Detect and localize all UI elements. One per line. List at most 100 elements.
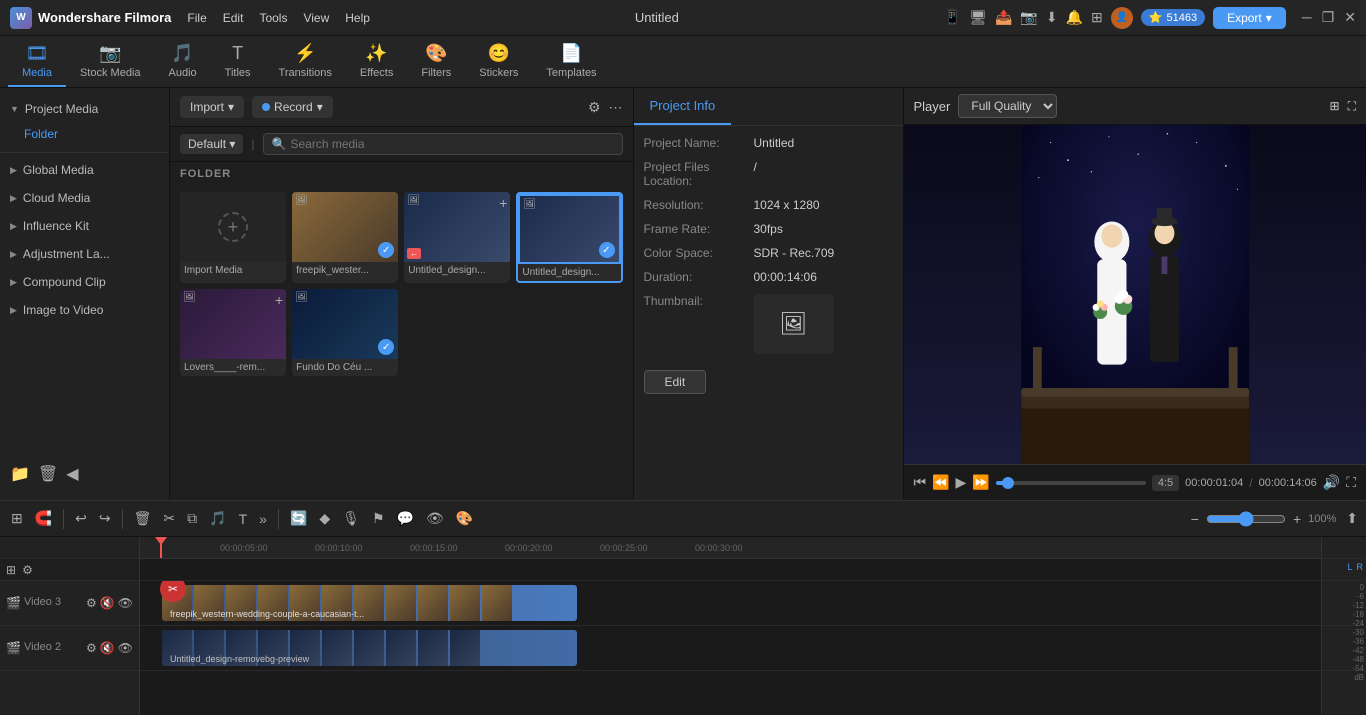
timeline-zoom: − + 100% bbox=[1188, 508, 1337, 530]
color-button[interactable]: 🎨 bbox=[453, 507, 476, 530]
video3-clip[interactable]: freepik_western-wedding-couple-a-caucasi… bbox=[162, 585, 577, 621]
user-avatar[interactable]: 👤 bbox=[1111, 7, 1133, 29]
progress-bar[interactable] bbox=[996, 481, 1146, 485]
close-button[interactable]: ✕ bbox=[1344, 9, 1356, 26]
adjustment-header[interactable]: ▶ Adjustment La... bbox=[0, 241, 169, 267]
timeline-expand-icon[interactable]: ⬆ bbox=[1346, 510, 1358, 527]
import-button[interactable]: Import ▾ bbox=[180, 96, 244, 118]
menu-help[interactable]: Help bbox=[345, 11, 370, 25]
tab-transitions[interactable]: ⚡ Transitions bbox=[265, 37, 346, 87]
keyframe-button[interactable]: ◆ bbox=[316, 507, 333, 530]
media-item-lovers[interactable]: 🖼 + Lovers____-rem... bbox=[180, 289, 286, 376]
play-button[interactable]: ▶ bbox=[956, 474, 967, 491]
quality-select[interactable]: Full Quality bbox=[958, 94, 1057, 118]
captions-button[interactable]: 💬 bbox=[394, 507, 417, 530]
timeline-snap-button[interactable]: 🧲 bbox=[32, 507, 55, 530]
collapse-panel-icon[interactable]: ◀ bbox=[66, 464, 78, 484]
tab-stock-media[interactable]: 📷 Stock Media bbox=[66, 37, 155, 87]
camera-icon[interactable]: 📷 bbox=[1020, 9, 1037, 26]
loop-button[interactable]: 🔄 bbox=[287, 507, 310, 530]
text-button[interactable]: T bbox=[236, 508, 251, 530]
video3-visibility-icon[interactable]: 👁 bbox=[118, 596, 133, 610]
thumbnail-label: Thumbnail: bbox=[644, 294, 754, 308]
video2-clip[interactable]: Untitled_design-removebg-preview bbox=[162, 630, 577, 666]
minimize-button[interactable]: ─ bbox=[1302, 9, 1312, 26]
more-options-icon[interactable]: ⋯ bbox=[609, 99, 623, 116]
more-tl-button[interactable]: » bbox=[256, 508, 270, 530]
timeline-grid-button[interactable]: ⊞ bbox=[8, 507, 26, 530]
bell-icon[interactable]: 🔔 bbox=[1066, 9, 1083, 26]
zoom-out-button[interactable]: − bbox=[1188, 508, 1202, 530]
fullscreen-button[interactable]: ⛶ bbox=[1346, 474, 1356, 491]
delete-icon[interactable]: 🗑 bbox=[38, 464, 58, 484]
project-media-header[interactable]: ▼ Project Media bbox=[0, 96, 169, 122]
folder-item[interactable]: Folder bbox=[0, 122, 169, 146]
compound-clip-header[interactable]: ▶ Compound Clip bbox=[0, 269, 169, 295]
undo-button[interactable]: ↩ bbox=[72, 507, 90, 530]
track-options-icon[interactable]: ⚙ bbox=[22, 563, 33, 577]
add-track-icon[interactable]: ⊞ bbox=[6, 563, 16, 577]
tab-effects[interactable]: ✨ Effects bbox=[346, 37, 407, 87]
media-item-fundo[interactable]: 🖼 ✓ Fundo Do Céu ... bbox=[292, 289, 398, 376]
tab-stickers[interactable]: 😊 Stickers bbox=[465, 37, 532, 87]
markers-button[interactable]: ⚑ bbox=[369, 507, 388, 530]
step-forward-button[interactable]: ⏩ bbox=[972, 474, 989, 491]
playhead[interactable] bbox=[160, 537, 162, 558]
video2-visibility-icon[interactable]: 👁 bbox=[118, 641, 133, 655]
cloud-media-header[interactable]: ▶ Cloud Media bbox=[0, 185, 169, 211]
default-select[interactable]: Default ▾ bbox=[180, 134, 243, 154]
zoom-in-button[interactable]: + bbox=[1290, 508, 1304, 530]
grid-icon[interactable]: ⊞ bbox=[1091, 9, 1103, 26]
image-to-video-header[interactable]: ▶ Image to Video bbox=[0, 297, 169, 323]
add-folder-icon[interactable]: 📁 bbox=[10, 464, 30, 484]
split-audio-button[interactable]: 🎵 bbox=[206, 507, 229, 530]
player-background bbox=[904, 125, 1366, 464]
grid-view-icon[interactable]: ⊞ bbox=[1330, 99, 1340, 114]
download-icon[interactable]: ⬇ bbox=[1046, 9, 1058, 26]
project-info-tab[interactable]: Project Info bbox=[634, 88, 732, 125]
video3-settings-icon[interactable]: ⚙ bbox=[86, 596, 97, 610]
volume-button[interactable]: 🔊 bbox=[1323, 474, 1340, 491]
maximize-button[interactable]: ❐ bbox=[1322, 9, 1335, 26]
audio-sync-button[interactable]: 🎙 bbox=[339, 507, 363, 530]
tab-audio[interactable]: 🎵 Audio bbox=[155, 37, 211, 87]
cut-button[interactable]: ✂ bbox=[160, 507, 178, 530]
redo-button[interactable]: ↪ bbox=[96, 507, 114, 530]
delete-button[interactable]: 🗑 bbox=[131, 507, 155, 530]
video2-settings-icon[interactable]: ⚙ bbox=[86, 641, 97, 655]
project-name-label: Project Name: bbox=[644, 136, 754, 150]
skip-back-button[interactable]: ⏮ bbox=[914, 474, 927, 491]
menu-edit[interactable]: Edit bbox=[223, 11, 244, 25]
global-media-header[interactable]: ▶ Global Media bbox=[0, 157, 169, 183]
menu-view[interactable]: View bbox=[303, 11, 329, 25]
zoom-slider[interactable] bbox=[1206, 511, 1286, 527]
share-icon[interactable]: 📤 bbox=[995, 9, 1012, 26]
add-media-icon[interactable]: + bbox=[218, 212, 248, 242]
monitor-icon[interactable]: 🖥 bbox=[969, 9, 987, 26]
influence-kit-header[interactable]: ▶ Influence Kit bbox=[0, 213, 169, 239]
phone-icon[interactable]: 📱 bbox=[944, 9, 961, 26]
tab-templates[interactable]: 📄 Templates bbox=[532, 37, 610, 87]
search-input[interactable] bbox=[290, 137, 613, 151]
import-label: Import bbox=[190, 100, 224, 114]
expand-icon[interactable]: ⛶ bbox=[1348, 99, 1356, 114]
filter-icon[interactable]: ⚙ bbox=[588, 99, 601, 116]
media-item-import[interactable]: + Import Media bbox=[180, 192, 286, 283]
step-back-button[interactable]: ⏪ bbox=[932, 474, 949, 491]
edit-thumbnail-button[interactable]: Edit bbox=[644, 370, 707, 394]
export-button[interactable]: Export ▾ bbox=[1213, 7, 1286, 29]
media-item-freepik[interactable]: 🖼 ✓ freepik_wester... bbox=[292, 192, 398, 283]
video2-mute-icon[interactable]: 🔇 bbox=[100, 641, 115, 655]
record-button[interactable]: Record ▾ bbox=[252, 96, 333, 118]
menu-tools[interactable]: Tools bbox=[259, 11, 287, 25]
eye-button[interactable]: 👁 bbox=[423, 507, 447, 530]
video3-mute-icon[interactable]: 🔇 bbox=[100, 596, 115, 610]
tab-media[interactable]: 🎞 Media bbox=[8, 37, 66, 87]
timeline-tracks: ✂ bbox=[140, 581, 1321, 715]
tab-filters[interactable]: 🎨 Filters bbox=[407, 37, 465, 87]
menu-file[interactable]: File bbox=[187, 11, 206, 25]
media-item-untitled2[interactable]: 🖼 ✓ Untitled_design... bbox=[516, 192, 622, 283]
copy-button[interactable]: ⧉ bbox=[184, 507, 200, 530]
tab-titles[interactable]: T Titles bbox=[211, 37, 265, 87]
media-item-untitled1[interactable]: 🖼 + ← Untitled_design... bbox=[404, 192, 510, 283]
